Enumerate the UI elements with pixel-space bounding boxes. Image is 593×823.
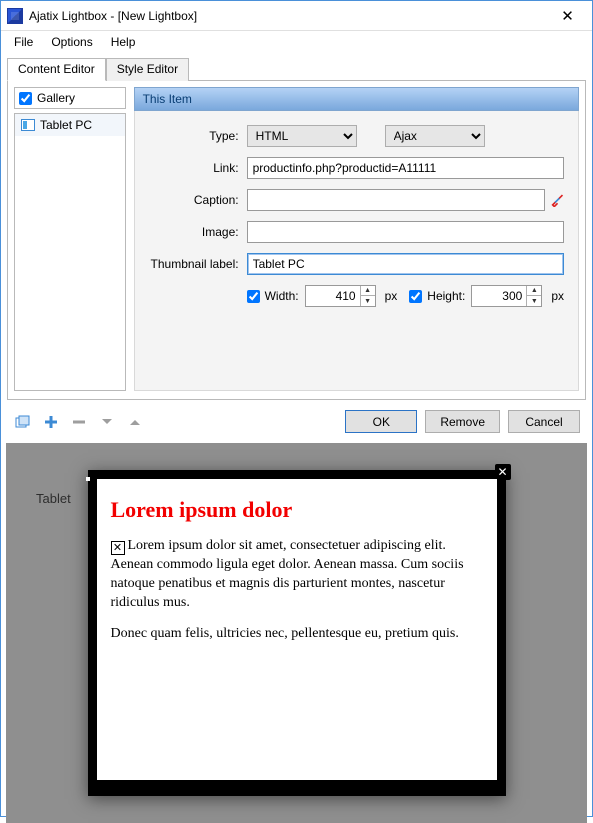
close-window-button[interactable]: ✕	[545, 1, 590, 30]
label-image: Image:	[149, 225, 247, 239]
editor-tabs: Content Editor Style Editor	[7, 57, 586, 80]
lightbox-paragraph: Donec quam felis, ultricies nec, pellent…	[111, 625, 483, 644]
gallery-item[interactable]: Tablet PC	[15, 114, 125, 136]
menu-bar: File Options Help	[1, 31, 592, 53]
lightbox-title: Lorem ipsum dolor	[111, 497, 483, 523]
chevron-down-icon[interactable]: ▼	[526, 296, 541, 306]
height-stepper[interactable]: ▲▼	[526, 286, 541, 306]
link-input[interactable]	[247, 157, 564, 179]
preview-thumb-caption: Tablet	[36, 491, 71, 506]
ok-button[interactable]: OK	[345, 410, 417, 433]
remove-icon[interactable]	[69, 413, 89, 431]
chevron-down-icon[interactable]: ▼	[360, 296, 375, 306]
add-icon[interactable]	[41, 413, 61, 431]
tab-style-editor[interactable]: Style Editor	[106, 58, 189, 81]
height-toggle[interactable]: Height:	[409, 289, 465, 303]
image-input[interactable]	[247, 221, 564, 243]
gallery-item-label: Tablet PC	[40, 118, 92, 132]
width-stepper[interactable]: ▲▼	[360, 286, 375, 306]
list-toolbar: OK Remove Cancel	[7, 400, 586, 443]
lightbox-preview: ✕ Lorem ipsum dolor ✕Lorem ipsum dolor s…	[88, 470, 506, 796]
ajax-select[interactable]: Ajax	[385, 125, 485, 147]
gallery-toggle[interactable]: Gallery	[14, 87, 126, 109]
chevron-up-icon[interactable]: ▲	[360, 286, 375, 296]
remove-button[interactable]: Remove	[425, 410, 500, 433]
move-down-icon[interactable]	[97, 413, 117, 431]
chevron-up-icon[interactable]: ▲	[526, 286, 541, 296]
move-up-icon[interactable]	[125, 413, 145, 431]
this-item-header: This Item	[134, 87, 579, 111]
label-link: Link:	[149, 161, 247, 175]
thumbnail-label-input[interactable]	[247, 253, 564, 275]
lightbox-tip-icon	[86, 477, 90, 481]
title-bar: Ajatix Lightbox - [New Lightbox] ✕	[1, 1, 592, 31]
lightbox-paragraph: ✕Lorem ipsum dolor sit amet, consectetue…	[111, 537, 483, 613]
eyedropper-icon[interactable]	[551, 193, 564, 207]
width-input[interactable]	[306, 286, 360, 306]
tab-content-editor[interactable]: Content Editor	[7, 58, 106, 81]
gallery-checkbox[interactable]	[19, 92, 32, 105]
label-type: Type:	[149, 129, 247, 143]
preview-area: Tablet ✕ Lorem ipsum dolor ✕Lorem ipsum …	[6, 443, 587, 823]
duplicate-icon[interactable]	[13, 413, 33, 431]
width-checkbox[interactable]	[247, 290, 260, 303]
gallery-list[interactable]: Tablet PC	[14, 113, 126, 391]
window-title: Ajatix Lightbox - [New Lightbox]	[29, 9, 197, 23]
cancel-button[interactable]: Cancel	[508, 410, 580, 433]
menu-options[interactable]: Options	[44, 33, 99, 51]
label-caption: Caption:	[149, 193, 247, 207]
label-thumbnail: Thumbnail label:	[149, 257, 247, 271]
type-select[interactable]: HTML	[247, 125, 357, 147]
broken-image-icon: ✕	[111, 541, 125, 555]
gallery-item-icon	[21, 119, 35, 131]
menu-file[interactable]: File	[7, 33, 40, 51]
height-checkbox[interactable]	[409, 290, 422, 303]
lightbox-close-icon[interactable]: ✕	[495, 464, 511, 480]
menu-help[interactable]: Help	[104, 33, 143, 51]
gallery-label: Gallery	[37, 91, 75, 105]
height-input[interactable]	[472, 286, 526, 306]
width-toggle[interactable]: Width:	[247, 289, 299, 303]
app-logo-icon	[7, 8, 23, 24]
caption-input[interactable]	[247, 189, 545, 211]
